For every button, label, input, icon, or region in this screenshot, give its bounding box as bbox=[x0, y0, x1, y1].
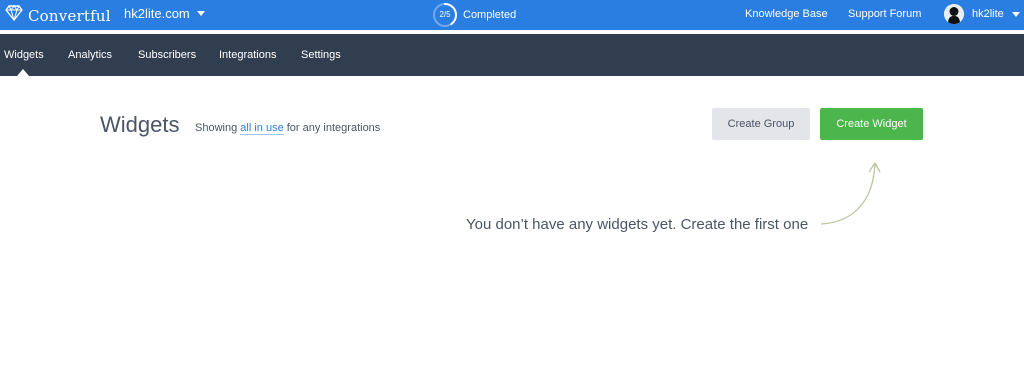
user-name: hk2lite bbox=[972, 8, 1004, 20]
nav-item-integrations[interactable]: Integrations bbox=[219, 49, 276, 61]
site-selector[interactable]: hk2lite.com bbox=[124, 6, 205, 21]
avatar bbox=[944, 4, 964, 24]
integration-filter-link[interactable]: all in use bbox=[240, 122, 284, 135]
create-group-button[interactable]: Create Group bbox=[712, 108, 810, 140]
showing-suffix: for any integrations bbox=[286, 122, 381, 134]
progress-ring: 2/5 bbox=[432, 2, 458, 28]
progress-status: Completed bbox=[463, 9, 517, 21]
widget-filter: Showing all in use for any integrations bbox=[195, 122, 381, 135]
curved-arrow-icon bbox=[815, 160, 885, 235]
diamond-logo-icon bbox=[5, 5, 23, 26]
nav-item-analytics[interactable]: Analytics bbox=[68, 49, 112, 61]
nav-item-subscribers[interactable]: Subscribers bbox=[138, 49, 196, 61]
chevron-down-icon bbox=[1011, 11, 1020, 17]
empty-state-message: You don’t have any widgets yet. Create t… bbox=[466, 216, 809, 233]
site-name: hk2lite.com bbox=[124, 6, 190, 21]
page-title: Widgets bbox=[100, 112, 180, 137]
nav-item-settings[interactable]: Settings bbox=[301, 49, 341, 61]
user-menu[interactable]: hk2lite bbox=[944, 4, 1020, 24]
setup-progress[interactable]: 2/5 Completed bbox=[432, 2, 516, 28]
logo[interactable]: Convertful bbox=[5, 5, 111, 26]
nav-item-widgets[interactable]: Widgets bbox=[4, 49, 44, 61]
active-nav-indicator bbox=[17, 69, 29, 76]
create-widget-button[interactable]: Create Widget bbox=[820, 108, 923, 140]
chevron-down-icon bbox=[196, 11, 205, 16]
top-bar: Convertful hk2lite.com 2/5 Completed Kno… bbox=[0, 0, 1024, 30]
support-forum-link[interactable]: Support Forum bbox=[848, 8, 921, 20]
showing-prefix: Showing bbox=[195, 122, 238, 134]
progress-count: 2/5 bbox=[439, 10, 451, 19]
knowledge-base-link[interactable]: Knowledge Base bbox=[745, 8, 828, 20]
logo-text: Convertful bbox=[28, 6, 111, 25]
main-nav: Widgets Analytics Subscribers Integratio… bbox=[0, 34, 1024, 76]
